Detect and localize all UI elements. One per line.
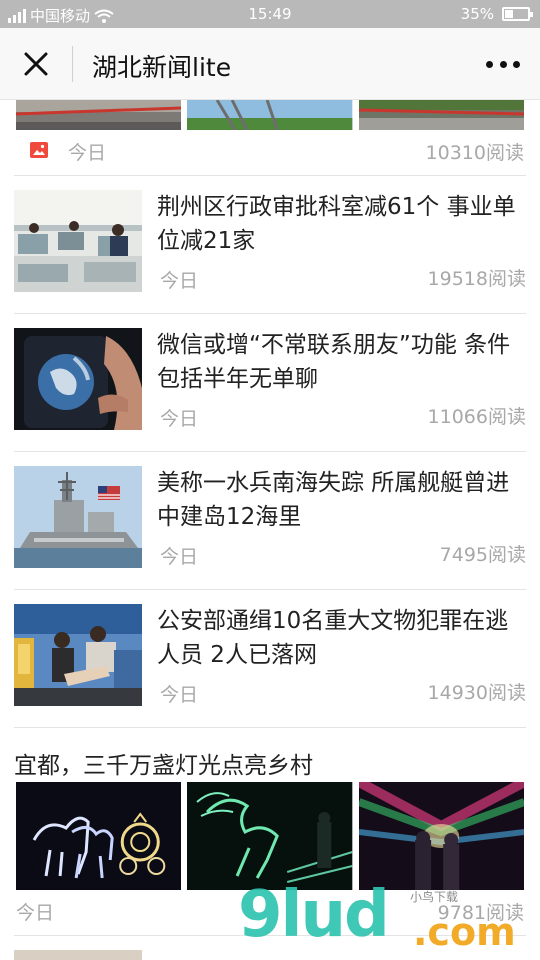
news-title: 公安部通缉10名重大文物犯罪在逃人员 2人已落网 xyxy=(157,608,509,668)
news-reads: 14930阅读 xyxy=(427,682,526,704)
divider xyxy=(14,175,526,176)
image-gallery-icon xyxy=(30,142,48,158)
news-thumbnail xyxy=(14,604,142,706)
news-item[interactable]: 微信或增“不常联系朋友”功能 条件包括半年无单聊 今日 11066阅读 xyxy=(14,328,526,430)
news-date: 今日 xyxy=(160,546,199,568)
news-date: 今日 xyxy=(160,270,199,292)
news-reads: 11066阅读 xyxy=(427,406,526,428)
news-item[interactable]: 荆州区行政审批科室减61个 事业单位减21家 今日 19518阅读 xyxy=(14,190,526,292)
item-date: 今日 xyxy=(68,142,107,164)
news-item[interactable]: 美称一水兵南海失踪 所属舰艇曾进中建岛12海里 今日 7495阅读 xyxy=(14,466,526,568)
news-title: 荆州区行政审批科室减61个 事业单位减21家 xyxy=(157,194,516,254)
divider xyxy=(14,589,526,590)
news-reads: 19518阅读 xyxy=(427,268,526,290)
item-reads: 9781阅读 xyxy=(437,902,524,924)
battery-icon xyxy=(502,7,533,21)
news-title: 美称一水兵南海失踪 所属舰艇曾进中建岛12海里 xyxy=(157,470,510,530)
news-thumbnail xyxy=(14,466,142,568)
gallery-image-3 xyxy=(358,782,524,890)
close-button[interactable] xyxy=(18,46,54,82)
divider xyxy=(14,313,526,314)
news-feed[interactable]: 今日 10310阅读 荆州区行政审批科室减61个 事业单位减21家 今日 195… xyxy=(0,100,540,960)
page-title: 湖北新闻lite xyxy=(92,53,232,82)
status-bar: 中国移动 15:49 35% xyxy=(0,0,540,28)
item-date: 今日 xyxy=(16,902,55,924)
gallery-image-3 xyxy=(358,100,524,130)
news-thumbnail xyxy=(14,950,142,960)
title-divider xyxy=(72,46,73,82)
divider xyxy=(14,935,526,936)
top-gallery-images[interactable] xyxy=(16,100,524,130)
gallery-image-2 xyxy=(187,782,353,890)
top-item-meta: 今日 10310阅读 xyxy=(16,138,524,164)
status-time: 15:49 xyxy=(248,5,292,23)
news-title: 微信或增“不常联系朋友”功能 条件包括半年无单聊 xyxy=(157,332,511,392)
battery-percent: 35% xyxy=(460,5,494,23)
gallery-images[interactable] xyxy=(16,782,524,890)
news-thumbnail xyxy=(14,190,142,292)
gallery-image-2 xyxy=(187,100,353,130)
close-icon xyxy=(24,52,48,76)
news-thumbnail xyxy=(14,328,142,430)
title-bar: 湖北新闻lite xyxy=(0,28,540,100)
gallery-image-1 xyxy=(16,782,182,890)
divider xyxy=(14,451,526,452)
status-right: 35% xyxy=(460,5,533,23)
news-item[interactable]: 公安部通缉10名重大文物犯罪在逃人员 2人已落网 今日 14930阅读 xyxy=(14,604,526,706)
more-dots-icon xyxy=(486,60,520,68)
news-date: 今日 xyxy=(160,408,199,430)
news-date: 今日 xyxy=(160,684,199,706)
gallery-title[interactable]: 宜都，三千万盏灯光点亮乡村 xyxy=(14,746,313,780)
gallery-image-1 xyxy=(16,100,182,130)
gallery-meta: 今日 9781阅读 xyxy=(16,898,524,924)
more-button[interactable] xyxy=(486,54,520,74)
news-reads: 7495阅读 xyxy=(439,544,526,566)
divider xyxy=(14,727,526,728)
item-reads: 10310阅读 xyxy=(425,142,524,164)
